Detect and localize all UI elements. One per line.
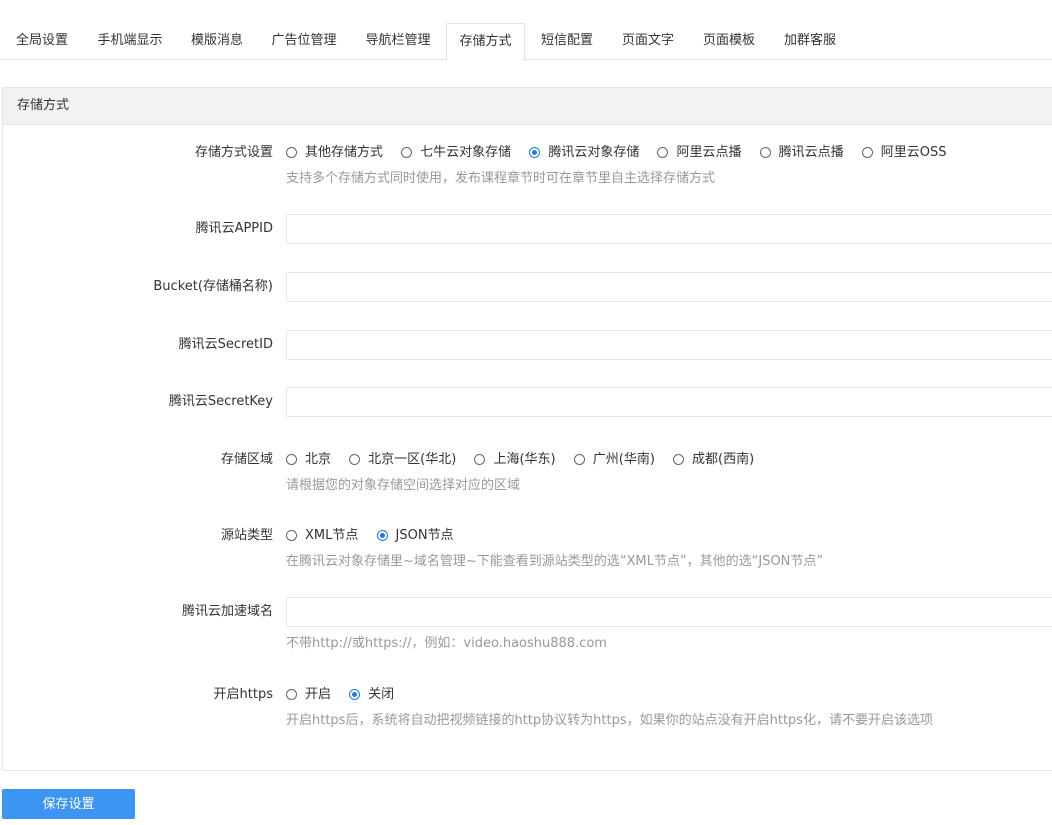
domain-label: 腾讯云加速域名 — [181, 604, 273, 619]
storage-option-tencent-vod[interactable]: 腾讯云点播 — [759, 143, 844, 164]
radio-icon — [286, 529, 297, 541]
region-option-beijing[interactable]: 北京 — [286, 450, 331, 471]
radio-icon — [349, 453, 361, 465]
tab-page-text[interactable]: 页面文字 — [609, 23, 687, 60]
storage-option-aliyun-oss[interactable]: 阿里云OSS — [861, 143, 947, 164]
tab-global-settings[interactable]: 全局设置 — [4, 23, 80, 60]
domain-input[interactable] — [286, 597, 1052, 627]
radio-icon — [573, 453, 585, 465]
region-option-guangzhou[interactable]: 广州(华南) — [573, 450, 655, 471]
origin-type-option-xml[interactable]: XML节点 — [286, 526, 358, 547]
radio-icon — [474, 453, 486, 465]
region-option-chengdu[interactable]: 成都(西南) — [673, 450, 754, 471]
bucket-label: Bucket(存储桶名称) — [153, 279, 273, 294]
radio-icon — [861, 146, 873, 158]
radio-checked-icon — [529, 146, 541, 158]
radio-checked-icon — [349, 688, 361, 700]
tab-sms-config[interactable]: 短信配置 — [528, 23, 606, 60]
bucket-input[interactable] — [286, 272, 1052, 302]
tab-template-messages[interactable]: 模版消息 — [178, 23, 256, 60]
region-option-shanghai[interactable]: 上海(华东) — [474, 450, 556, 471]
radio-icon — [286, 146, 297, 158]
origin-type-radio-group: XML节点 JSON节点 — [286, 526, 468, 546]
storage-hint: 支持多个存储方式同时使用，发布课程章节时可在章节里自主选择存储方式 — [286, 171, 716, 186]
tab-group-service[interactable]: 加群客服 — [771, 23, 849, 60]
secret-key-input[interactable] — [286, 387, 1052, 417]
radio-icon — [759, 146, 771, 158]
origin-type-label: 源站类型 — [220, 528, 273, 543]
tab-bar: 全局设置 手机端显示 模版消息 广告位管理 导航栏管理 存储方式 短信配置 页面… — [0, 0, 1052, 61]
region-option-beijing-1[interactable]: 北京一区(华北) — [349, 450, 456, 471]
storage-panel: 存储方式 — [2, 87, 1052, 771]
domain-hint: 不带http://或https://，例如：video.haoshu888.co… — [286, 636, 607, 651]
https-label: 开启https — [213, 687, 273, 702]
tab-page-template[interactable]: 页面模板 — [690, 23, 768, 60]
radio-icon — [286, 453, 297, 465]
radio-checked-icon — [376, 529, 388, 541]
secret-key-label: 腾讯云SecretKey — [168, 394, 273, 409]
https-option-on[interactable]: 开启 — [286, 685, 331, 706]
panel-title: 存储方式 — [3, 88, 1052, 125]
save-button[interactable]: 保存设置 — [2, 789, 135, 819]
secret-id-label: 腾讯云SecretID — [178, 337, 273, 352]
storage-label: 存储方式设置 — [194, 145, 273, 160]
radio-icon — [401, 146, 413, 158]
region-radio-group: 北京 北京一区(华北) 上海(华东) 广州(华南) 成都(西南) — [286, 450, 768, 470]
tab-storage[interactable]: 存储方式 — [446, 23, 525, 61]
tab-mobile-display[interactable]: 手机端显示 — [84, 23, 176, 60]
origin-type-option-json[interactable]: JSON节点 — [376, 526, 454, 547]
storage-radio-group: 其他存储方式 七牛云对象存储 腾讯云对象存储 阿里云点播 腾讯云点播 阿里云OS… — [286, 143, 961, 163]
storage-option-tencent-cos[interactable]: 腾讯云对象存储 — [529, 143, 639, 164]
https-hint: 开启https后，系统将自动把视频链接的http协议转为https，如果你的站点… — [286, 713, 934, 728]
tab-ad-management[interactable]: 广告位管理 — [258, 23, 350, 60]
radio-icon — [673, 453, 685, 465]
radio-icon — [286, 688, 297, 700]
https-option-off[interactable]: 关闭 — [349, 685, 394, 706]
radio-icon — [657, 146, 669, 158]
appid-input[interactable] — [286, 214, 1052, 244]
https-radio-group: 开启 关闭 — [286, 685, 408, 705]
secret-id-input[interactable] — [286, 330, 1052, 360]
origin-type-hint: 在腾讯云对象存储里~域名管理~下能查看到源站类型的选“XML节点”，其他的选“J… — [286, 554, 824, 569]
storage-option-aliyun-vod[interactable]: 阿里云点播 — [657, 143, 741, 164]
storage-option-qiniu[interactable]: 七牛云对象存储 — [401, 143, 511, 164]
region-label: 存储区域 — [220, 452, 273, 467]
storage-option-other[interactable]: 其他存储方式 — [286, 143, 383, 164]
tab-navbar-management[interactable]: 导航栏管理 — [352, 23, 444, 60]
region-hint: 请根据您的对象存储空间选择对应的区域 — [286, 478, 521, 493]
appid-label: 腾讯云APPID — [195, 221, 273, 236]
